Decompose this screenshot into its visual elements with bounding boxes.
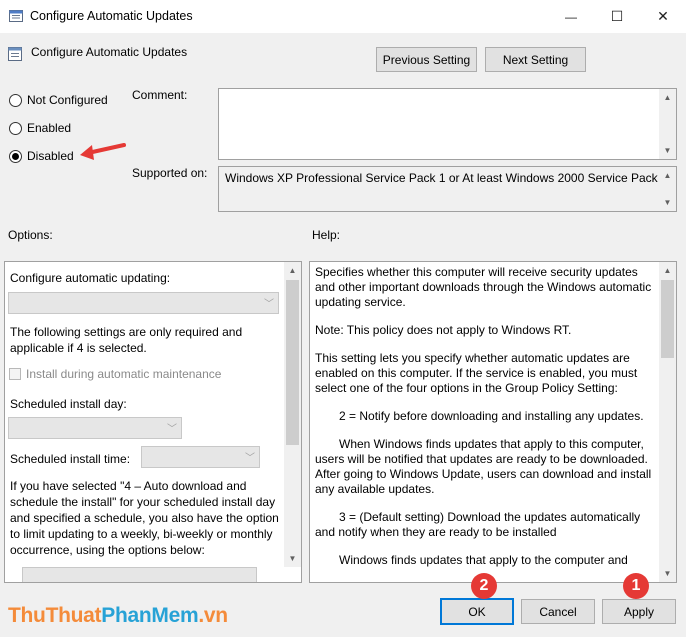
ok-button[interactable]: OK	[440, 598, 514, 625]
install-time-dropdown[interactable]: ﹀	[141, 446, 260, 468]
minimize-button[interactable]: —	[548, 0, 594, 33]
install-time-label: Scheduled install time:	[10, 452, 131, 466]
supported-value: Windows XP Professional Service Pack 1 o…	[225, 171, 668, 185]
policy-app-icon	[9, 9, 24, 23]
window-title: Configure Automatic Updates	[30, 9, 193, 23]
install-day-label: Scheduled install day:	[10, 397, 127, 411]
help-scroll-up-icon[interactable]: ▲	[659, 262, 676, 279]
radio-not-configured-label: Not Configured	[27, 93, 108, 107]
help-paragraph: 3 = (Default setting) Download the updat…	[315, 510, 641, 539]
supported-scrollbar[interactable]: ▲ ▼	[659, 167, 676, 211]
policy-name: Configure Automatic Updates	[31, 45, 188, 59]
watermark-part-3: .vn	[198, 604, 228, 627]
options-scroll-down-icon[interactable]: ▼	[284, 550, 301, 567]
red-arrow-annotation	[80, 143, 126, 160]
close-icon: ✕	[657, 8, 669, 24]
minimize-icon: —	[565, 9, 577, 24]
next-setting-button[interactable]: Next Setting	[485, 47, 586, 72]
options-desc-line-1: If you have selected "4 – Auto download …	[10, 479, 247, 493]
radio-disabled-circle[interactable]	[9, 149, 22, 163]
options-label: Options:	[8, 228, 53, 242]
policy-icon	[8, 46, 23, 62]
radio-enabled-label: Enabled	[27, 121, 72, 135]
install-day-dropdown[interactable]: ﹀	[8, 417, 182, 439]
cancel-button[interactable]: Cancel	[521, 599, 595, 624]
radio-disabled[interactable]: Disabled	[9, 149, 74, 163]
radio-enabled-circle[interactable]	[9, 121, 22, 135]
help-text: Specifies whether this computer will rec…	[315, 265, 660, 581]
supported-scroll-down-icon[interactable]: ▼	[659, 194, 676, 211]
help-paragraph: This setting lets you specify whether au…	[315, 351, 638, 395]
install-maintenance-label: Install during automatic maintenance	[26, 367, 222, 381]
help-paragraph: 2 = Notify before downloading and instal…	[339, 409, 644, 423]
options-desc-line-4: to limit updating to a weekly, bi-weekly…	[10, 527, 273, 541]
comment-textarea[interactable]: ▲ ▼	[218, 88, 677, 160]
options-scrollbar[interactable]: ▲ ▼	[284, 262, 301, 567]
watermark-part-2: PhanMem	[101, 604, 199, 627]
chevron-down-icon: ﹀	[264, 299, 274, 310]
options-scroll-thumb[interactable]	[286, 280, 299, 445]
options-desc-line-3: and specified a schedule, you also have …	[10, 511, 279, 525]
radio-not-configured-circle[interactable]	[9, 93, 22, 107]
step-badge-ok: 2	[471, 573, 497, 599]
configure-updating-dropdown[interactable]: ﹀	[8, 292, 279, 314]
help-label: Help:	[312, 228, 341, 242]
supported-field: Windows XP Professional Service Pack 1 o…	[218, 166, 677, 212]
maximize-button[interactable]: ☐	[594, 0, 640, 33]
step-badge-apply: 1	[623, 573, 649, 599]
radio-enabled[interactable]: Enabled	[9, 121, 71, 135]
title-bar: Configure Automatic Updates — ☐ ✕	[0, 0, 686, 33]
options-panel: Configure automatic updating: ﹀ The foll…	[4, 261, 302, 583]
options-scroll-up-icon[interactable]: ▲	[284, 262, 301, 279]
comment-scroll-up-icon[interactable]: ▲	[659, 89, 676, 106]
options-desc-line-5: occurrence, using the options below:	[10, 543, 205, 557]
watermark: ThuThuatPhanMem.vn	[8, 604, 228, 628]
help-scroll-thumb[interactable]	[661, 280, 674, 358]
help-scrollbar[interactable]: ▲ ▼	[659, 262, 676, 582]
help-paragraph: Windows finds updates that apply to the …	[339, 553, 628, 567]
radio-disabled-label: Disabled	[27, 149, 74, 163]
previous-setting-button[interactable]: Previous Setting	[376, 47, 477, 72]
options-desc-line-2: schedule the install" for your scheduled…	[10, 495, 276, 509]
supported-label: Supported on:	[132, 166, 208, 180]
help-scroll-down-icon[interactable]: ▼	[659, 565, 676, 582]
checkbox-box[interactable]	[9, 368, 21, 380]
comment-scroll-down-icon[interactable]: ▼	[659, 142, 676, 159]
install-maintenance-checkbox[interactable]: Install during automatic maintenance	[9, 367, 221, 381]
apply-button[interactable]: Apply	[602, 599, 676, 624]
help-paragraph: Specifies whether this computer will rec…	[315, 265, 652, 309]
maximize-icon: ☐	[610, 8, 624, 24]
options-note: The following settings are only required…	[10, 325, 243, 355]
help-panel: Specifies whether this computer will rec…	[309, 261, 677, 583]
watermark-part-1: ThuThuat	[8, 604, 102, 627]
help-paragraph: When Windows finds updates that apply to…	[315, 437, 652, 496]
radio-not-configured[interactable]: Not Configured	[9, 93, 108, 107]
help-paragraph: Note: This policy does not apply to Wind…	[315, 323, 572, 337]
chevron-down-icon: ﹀	[245, 453, 255, 464]
comment-scrollbar[interactable]: ▲ ▼	[659, 89, 676, 159]
chevron-down-icon: ﹀	[167, 424, 177, 435]
configure-updating-label: Configure automatic updating:	[10, 271, 171, 285]
close-button[interactable]: ✕	[640, 0, 686, 33]
partial-dropdown[interactable]	[22, 567, 257, 582]
supported-scroll-up-icon[interactable]: ▲	[659, 167, 676, 184]
comment-label: Comment:	[132, 88, 188, 102]
